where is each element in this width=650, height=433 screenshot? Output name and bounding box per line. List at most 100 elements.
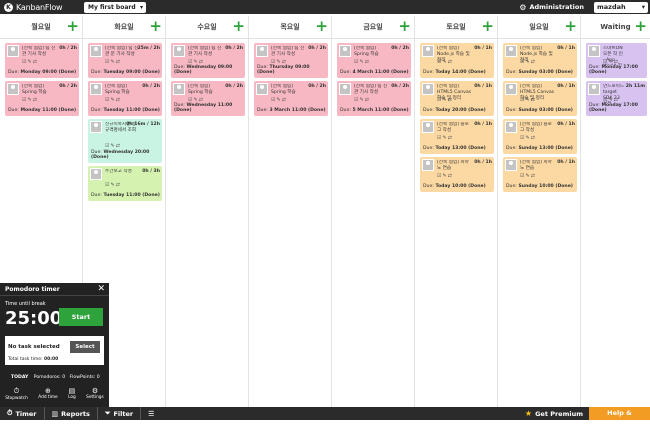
task-card[interactable]: [전북 협업] Spring 학습 0h / 2h ☑✎⇄ Due: Wednesda… (171, 81, 245, 116)
task-due-label: Due: (506, 70, 517, 75)
hamburger-icon: ☰ (148, 409, 155, 418)
task-due: Due: Wednesday 11:00 (Done) (174, 103, 245, 113)
repeat-icon: ⇄ (530, 97, 536, 103)
avatar (422, 121, 434, 133)
task-card[interactable]: [전북 협업] Spring 학습 0h / 2h ☑✎⇄ Due: 4 March … (337, 43, 411, 78)
task-due-label: Due: (257, 108, 268, 113)
task-due-label: Due: (91, 193, 102, 198)
task-card[interactable]: [전북 협업] 팀 신관 기사 작성 0h / 2h ☑✎⇄ Due: 5 March… (337, 81, 411, 116)
pomodoro-tool-add-time[interactable]: ⊕ Add time (38, 387, 57, 401)
task-due-value: Sunday 13:00 (Done) (518, 146, 573, 151)
avatar (588, 83, 600, 95)
task-card[interactable]: [전북 협업] Node.js 학습 및 정리 0h / 1h ☑✎⇄ Due: To… (420, 43, 494, 78)
task-due-value: 5 March 11:00 (Done) (352, 108, 409, 113)
task-card[interactable]: [전북 협업] HTML5 Canvas 학습 및 정리 0h / 1h ☑✎⇄ Du… (420, 81, 494, 116)
task-icons: ☑✎⇄ (271, 97, 287, 103)
add-task-icon[interactable]: + (315, 19, 328, 34)
task-due: Due: Tuesday 11:00 (Done) (91, 108, 160, 113)
task-card[interactable]: 스마트ON 오픈 작 인 - App World 진입 시 에서 정주하는 현상… (586, 43, 647, 78)
start-button[interactable]: Start (59, 308, 103, 326)
logo-icon: K (4, 2, 13, 12)
add-task-icon[interactable]: + (398, 19, 411, 34)
task-due-label: Due: (8, 108, 19, 113)
add-task-icon[interactable]: + (634, 19, 647, 34)
task-due: Due: Sunday 03:00 (Done) (506, 108, 573, 113)
reports-button[interactable]: ▥ Reports (52, 410, 90, 418)
avatar (173, 45, 185, 57)
repeat-icon: ⇄ (447, 135, 453, 141)
pomodoro-panel: Pomodoro timer ✕ Time until break 25:00 … (0, 283, 109, 407)
task-card[interactable]: 안드로이드 target SDK 23 설정2h 11m☑✎⇄Due: Mond… (586, 81, 647, 116)
repeat-icon: ⇄ (447, 97, 453, 103)
pomodoro-header: Pomodoro timer ✕ (0, 283, 109, 296)
task-time: 0h / 1h (557, 84, 575, 89)
task-card[interactable]: 주간보고 작성 0h / 3h ☑✎⇄ Due: Tuesday 11:00 (Don… (88, 166, 162, 201)
select-task-button[interactable]: Select (70, 341, 100, 353)
avatar (90, 45, 102, 57)
add-task-icon[interactable]: + (232, 19, 245, 34)
task-card[interactable]: [전북 협업] HTML5 Canvas 학습 및 정리 0h / 1h ☑✎⇄ Du… (503, 81, 577, 116)
help-feedback-button[interactable]: Help & feedback (589, 407, 650, 430)
administration-link[interactable]: ⚙ Administration (519, 3, 584, 12)
task-card[interactable]: [전북 협업] Node.js 학습 및 정리 0h / 1h ☑✎⇄ Due: Su… (503, 43, 577, 78)
task-due-label: Due: (340, 70, 351, 75)
avatar (422, 83, 434, 95)
add-task-icon[interactable]: + (149, 19, 162, 34)
task-card[interactable]: [전북 협업] 블로그 작성 0h / 1h ☑✎⇄ Due: Sunday 13:0… (503, 119, 577, 154)
task-time: 0h / 1h (474, 122, 492, 127)
close-icon[interactable]: ✕ (97, 284, 105, 294)
task-due: Due: Wednesday 20:00 (Done) (91, 150, 162, 160)
task-card[interactable]: [전북 협업] Spring 학습 0h / 2h ☑✎⇄ Due: Tuesday … (88, 81, 162, 116)
pomodoro-tool-stopwatch[interactable]: ⏱ Stopwatch (5, 387, 28, 401)
task-card[interactable]: [전북 협업] 피아노 연습 0h / 1h ☑✎⇄ Due: Today 10:00… (420, 157, 494, 192)
pomodoro-tool-log[interactable]: ▤ Log (68, 387, 76, 401)
repeat-icon: ⇄ (32, 97, 38, 103)
add-task-icon[interactable]: + (564, 19, 577, 34)
column-title: 일요일 (529, 23, 549, 31)
repeat-icon: ⇄ (364, 59, 370, 65)
task-card[interactable]: [전북 협업] 팀 신관 기사 작성 0h / 2h ☑✎⇄ Due: Monday … (5, 43, 79, 78)
reports-label: Reports (61, 409, 90, 418)
column-header: 목요일 + (251, 16, 329, 38)
avatar (90, 83, 102, 95)
task-card[interactable]: [전북 협업] 블로그 작성 0h / 1h ☑✎⇄ Due: Today 13:00… (420, 119, 494, 154)
board-select[interactable]: My first board ▾ (84, 1, 146, 13)
chevron-down-icon: ▾ (641, 3, 645, 11)
repeat-icon: ⇄ (530, 135, 536, 141)
user-menu[interactable]: mazdah ▾ (594, 1, 648, 13)
task-card[interactable]: [전북 협업] Spring 학습 0h / 2h ☑✎⇄ Due: 3 March … (254, 81, 328, 116)
avatar (173, 83, 185, 95)
menu-button[interactable]: ☰ (148, 410, 157, 418)
task-card[interactable]: [전북 협업] 피아노 연습 0h / 1h ☑✎⇄ Due: Sunday 10:0… (503, 157, 577, 192)
task-card[interactable]: [전북 협업] Spring 학습 0h / 2h ☑✎⇄ Due: Monday 1… (5, 81, 79, 116)
task-due-value: Today 10:00 (Done) (435, 184, 486, 189)
filter-button[interactable]: ⏷ Filter (105, 409, 133, 418)
add-task-icon[interactable]: + (481, 19, 494, 34)
logo[interactable]: K KanbanFlow (0, 2, 84, 12)
task-card[interactable]: [전북 협업] 팀 신관 문 기사 작성 25m / 2h ☑✎⇄ Due: Tues… (88, 43, 162, 78)
repeat-icon: ⇄ (447, 59, 453, 65)
task-due-label: Due: (91, 70, 102, 75)
pomodoro-time-label: Time until break (5, 301, 46, 307)
task-icons: ☑✎⇄ (520, 173, 536, 179)
task-due-label: Due: (423, 146, 434, 151)
task-time: 25m / 2h (137, 46, 160, 51)
timer-button[interactable]: ⏱ Timer (7, 409, 37, 418)
pomodoro-tool-settings[interactable]: ⚙ Settings (86, 387, 104, 401)
task-card[interactable]: [전북 협업] 팀 신관 기사 작성 0h / 2h ☑✎⇄ Due: Thursda… (254, 43, 328, 78)
task-due: Due: Sunday 10:00 (Done) (506, 184, 573, 189)
add-task-icon[interactable]: + (66, 19, 79, 34)
column-title: 목요일 (280, 23, 300, 31)
column-header: 화요일 + (85, 16, 163, 38)
task-time: 0h / 2h (142, 84, 160, 89)
get-premium-link[interactable]: ★ Get Premium (525, 409, 583, 418)
task-card[interactable]: [전북 협업] 팀 신관 기사 작성 0h / 2h ☑✎⇄ Due: Wednesd… (171, 43, 245, 78)
repeat-icon: ⇄ (447, 173, 453, 179)
top-bar: K KanbanFlow My first board ▾ ⚙ Administ… (0, 0, 650, 14)
column-title: Waiting (600, 23, 631, 31)
no-task-label: No task selected (8, 344, 60, 350)
task-card[interactable]: 신규이북지면 동 - 규격명세서 조회 0h 16m / 12h ☑✎⇄ Due: W… (88, 119, 162, 163)
task-time: 0h 16m / 12h (126, 122, 160, 127)
task-due-value: Tuesday 11:00 (Done) (103, 108, 160, 113)
repeat-icon: ⇄ (281, 97, 287, 103)
